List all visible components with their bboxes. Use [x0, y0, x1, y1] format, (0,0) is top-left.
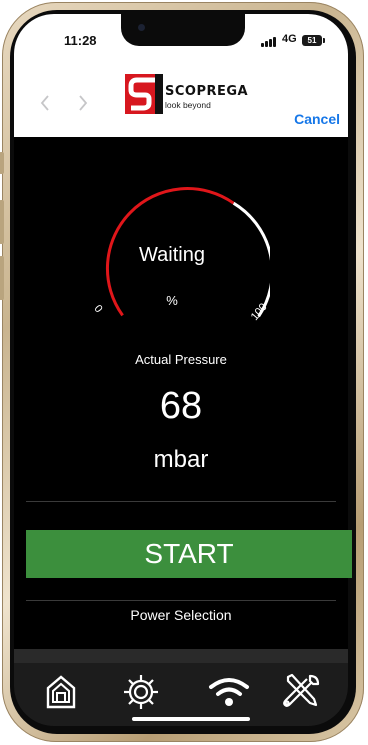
- scoprega-logo: SCOPREGA look beyond: [125, 74, 255, 114]
- pressure-unit: mbar: [153, 446, 209, 473]
- pressure-label: Actual Pressure: [135, 352, 227, 367]
- tab-wifi[interactable]: [204, 669, 254, 715]
- battery-level: 51: [307, 36, 317, 45]
- divider-top: [26, 501, 336, 502]
- logo-mark-icon: [125, 74, 163, 114]
- tab-bar: [14, 663, 348, 726]
- cancel-button[interactable]: Cancel: [294, 111, 340, 127]
- tools-icon: [283, 673, 320, 707]
- signal-icon: [261, 36, 277, 47]
- status-bar: 11:28 4G 51: [14, 14, 348, 68]
- gear-icon: [124, 675, 158, 709]
- nav-bar: SCOPREGA look beyond Cancel: [14, 68, 348, 137]
- network-type: 4G: [282, 33, 297, 45]
- wifi-icon: [209, 678, 249, 706]
- chevron-right-icon[interactable]: [76, 94, 90, 114]
- front-camera: [138, 24, 145, 31]
- divider-bottom: [26, 600, 336, 601]
- tab-home[interactable]: [36, 669, 86, 715]
- gauge-unit: %: [166, 293, 178, 308]
- pressure-value: 68: [159, 385, 203, 427]
- power-selection-label[interactable]: Power Selection: [14, 607, 348, 623]
- tab-tools[interactable]: [276, 669, 326, 715]
- battery-icon: 51: [302, 35, 325, 46]
- gauge-status: Waiting: [139, 244, 205, 266]
- status-time: 11:28: [64, 33, 97, 48]
- start-button[interactable]: START: [26, 530, 352, 578]
- volume-up-button: [0, 200, 4, 244]
- notch: [121, 14, 245, 46]
- tab-settings[interactable]: [116, 669, 166, 715]
- logo-name: SCOPREGA: [165, 84, 249, 99]
- home-icon: [46, 675, 76, 709]
- logo-tagline: look beyond: [165, 100, 211, 110]
- volume-down-button: [0, 256, 4, 300]
- mute-switch: [0, 152, 4, 174]
- chevron-left-icon[interactable]: [38, 94, 52, 114]
